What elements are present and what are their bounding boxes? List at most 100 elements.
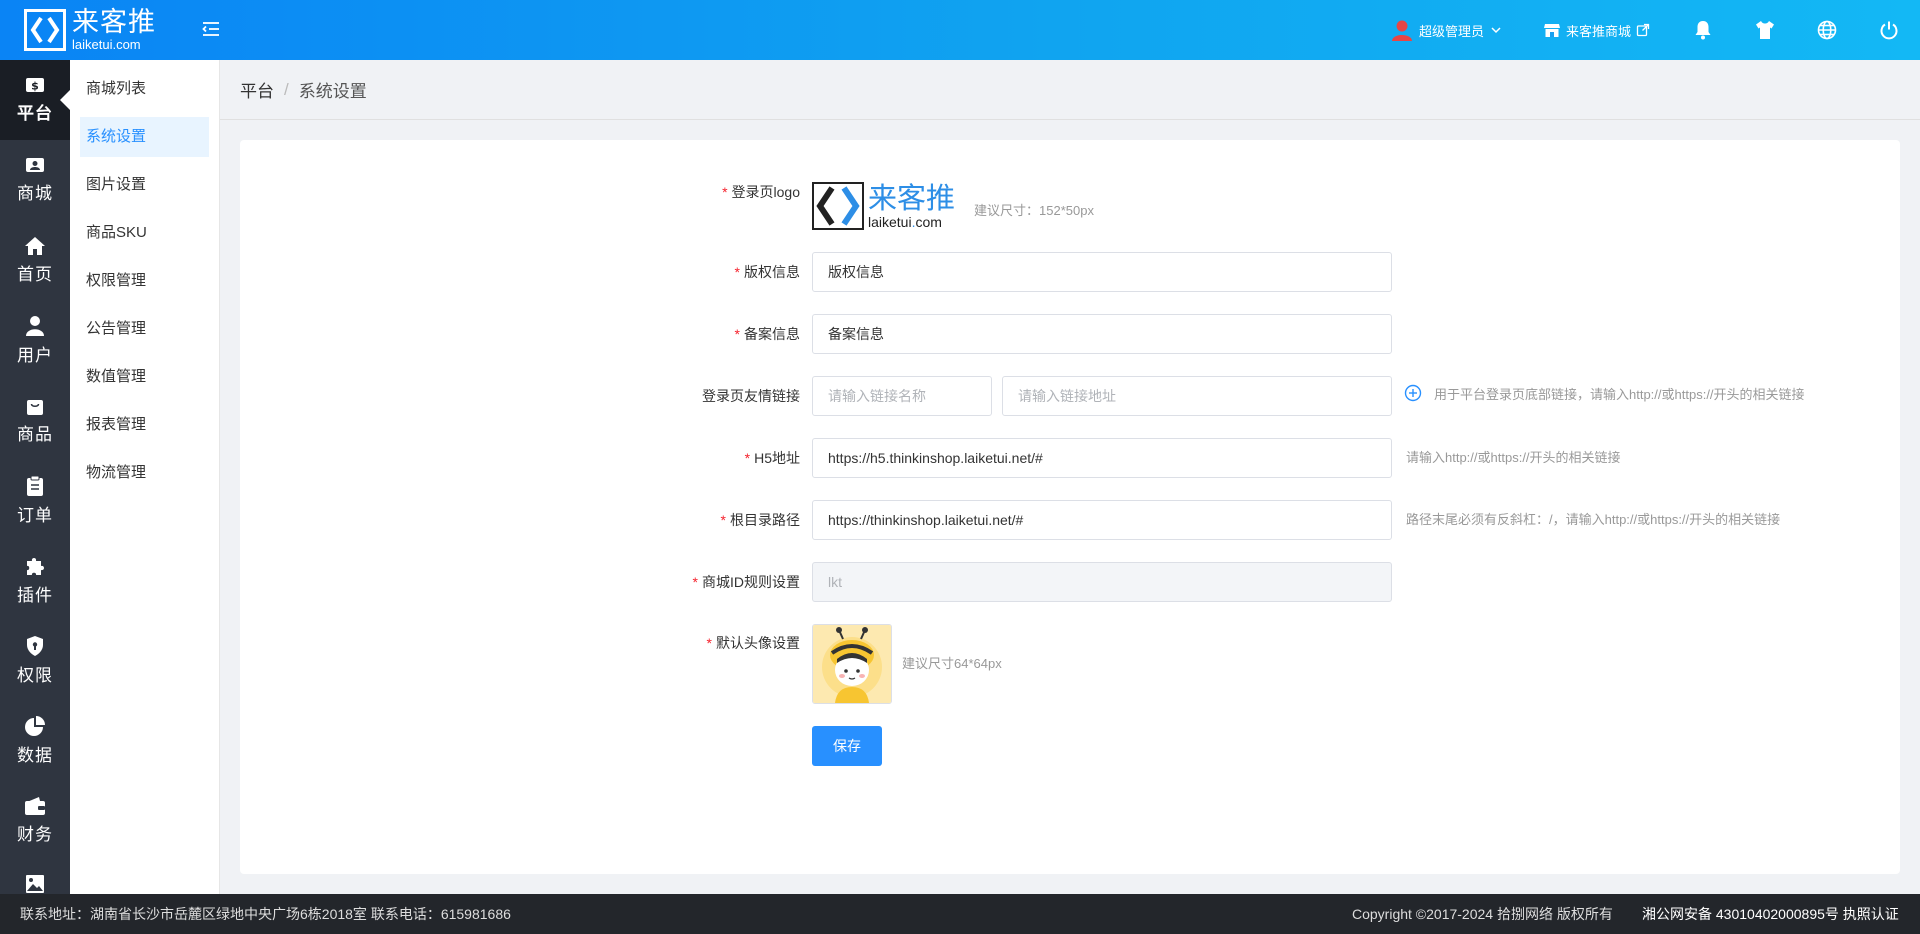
form-label: * 默认头像设置: [706, 635, 800, 651]
footer-beian-link[interactable]: 湘公网安备 43010402000895号 执照认证: [1642, 904, 1899, 924]
sidebar-item-label: 插件: [17, 585, 53, 605]
form-row-actions: 保存: [240, 726, 1900, 766]
form-row-avatar: * 默认头像设置 建议尺寸64*64px: [240, 624, 1900, 704]
page-footer: 联系地址：湖南省长沙市岳麓区绿地中央广场6栋2018室 联系电话：6159816…: [0, 894, 1920, 934]
h5-url-input[interactable]: [812, 438, 1392, 478]
clipboard-icon: [27, 475, 43, 496]
sidebar-item-label: 权限: [17, 665, 53, 685]
sidebar-item-products[interactable]: 商品: [0, 380, 70, 460]
submenu-item-mall-list[interactable]: 商城列表: [80, 69, 209, 109]
sidebar-item-plugins[interactable]: 插件: [0, 540, 70, 620]
submenu-item-product-sku[interactable]: 商品SKU: [80, 213, 209, 253]
sidebar-item-orders[interactable]: 订单: [0, 460, 70, 540]
form-row-store-id: * 商城ID规则设置: [240, 562, 1900, 602]
shield-icon: [27, 635, 43, 656]
logo-preview[interactable]: 来客推 laiketui.com: [812, 180, 964, 232]
sidebar-item-home[interactable]: 首页: [0, 220, 70, 300]
copyright-input[interactable]: [812, 252, 1392, 292]
form-row-logo: * 登录页logo 来客推 laiketui.com 建议尺寸：152*50px: [240, 180, 1900, 232]
menu-collapse-icon[interactable]: [200, 18, 222, 40]
submenu-item-report-management[interactable]: 报表管理: [80, 405, 209, 445]
theme-button[interactable]: [1734, 0, 1796, 60]
user-menu[interactable]: 超级管理员: [1391, 19, 1503, 41]
form-label: * H5地址: [744, 450, 800, 466]
sidebar-item-finance[interactable]: 财务: [0, 780, 70, 860]
sidebar-item-platform[interactable]: $ 平台: [0, 60, 70, 140]
icp-input[interactable]: [812, 314, 1392, 354]
main-sidebar: $ 平台 商城 首页 用户 商品 订单 插件 权限 数据 财务: [0, 60, 70, 894]
sidebar-item-label: 订单: [17, 505, 53, 525]
h5-hint: 请输入http://或https://开头的相关链接: [1406, 450, 1621, 465]
footer-address: 联系地址：湖南省长沙市岳麓区绿地中央广场6栋2018室 联系电话：6159816…: [20, 906, 511, 922]
sidebar-item-users[interactable]: 用户: [0, 300, 70, 380]
sidebar-item-label: 数据: [17, 745, 53, 765]
form-label: * 商城ID规则设置: [692, 574, 800, 590]
dollar-card-icon: $: [26, 77, 44, 92]
svg-text:$: $: [31, 79, 39, 92]
sidebar-item-label: 平台: [17, 103, 53, 123]
link-name-input[interactable]: [812, 376, 992, 416]
submenu-item-system-settings[interactable]: 系统设置: [80, 117, 209, 157]
brand-logo[interactable]: 来客推 laiketui.com: [24, 9, 156, 51]
sidebar-item-label: 用户: [17, 345, 53, 365]
sidebar-item-images[interactable]: [0, 860, 70, 894]
breadcrumb-root[interactable]: 平台: [240, 77, 274, 102]
logo-size-hint: 建议尺寸：152*50px: [974, 203, 1094, 218]
logo-mark-icon: [24, 9, 66, 51]
sub-menu: 商城列表 系统设置 图片设置 商品SKU 权限管理 公告管理 数值管理 报表管理…: [70, 60, 220, 894]
breadcrumb: 平台 / 系统设置: [220, 60, 1920, 120]
sidebar-item-mall[interactable]: 商城: [0, 140, 70, 220]
form-label: * 根目录路径: [720, 512, 800, 528]
store-card-icon: [26, 157, 44, 172]
store-id-input: [812, 562, 1392, 602]
submenu-item-value-management[interactable]: 数值管理: [80, 357, 209, 397]
notification-button[interactable]: [1672, 0, 1734, 60]
logo-preview-sub-tail: com: [915, 213, 942, 230]
add-circle-icon[interactable]: [1404, 384, 1422, 402]
sidebar-item-label: 商品: [17, 424, 53, 444]
form-row-copyright: * 版权信息: [240, 252, 1900, 292]
store-name: 来客推商城: [1565, 23, 1631, 39]
submenu-item-logistics-management[interactable]: 物流管理: [80, 453, 209, 493]
avatar-size-hint: 建议尺寸64*64px: [902, 656, 1002, 671]
image-icon: [26, 875, 44, 893]
form-row-h5: *H5地址 请输入http://或https://开头的相关链接: [240, 438, 1900, 478]
logout-button[interactable]: [1858, 0, 1920, 60]
store-link[interactable]: 来客推商城: [1543, 21, 1650, 40]
external-link-icon: [1636, 23, 1650, 37]
logo-title: 来客推: [72, 7, 156, 38]
sidebar-item-label: 财务: [17, 824, 53, 844]
form-row-friend-link: 登录页友情链接 用于平台登录页底部链接，请输入http://或https://开…: [240, 376, 1900, 416]
bell-icon: [1695, 21, 1711, 40]
avatar-upload[interactable]: [812, 624, 892, 704]
save-button[interactable]: 保存: [812, 726, 882, 766]
logo-preview-title: 来客推: [868, 180, 956, 215]
form-label: * 登录页logo: [722, 184, 800, 200]
root-path-input[interactable]: [812, 500, 1392, 540]
language-button[interactable]: [1796, 0, 1858, 60]
user-icon: [26, 315, 44, 336]
form-label: 登录页友情链接: [702, 388, 800, 404]
bag-icon: [27, 399, 43, 415]
form-label: * 备案信息: [734, 326, 800, 342]
store-icon: [1543, 24, 1560, 37]
form-row-root-path: *根目录路径 路径末尾必须有反斜杠：/，请输入http://或https://开…: [240, 500, 1900, 540]
tshirt-icon: [1756, 21, 1774, 39]
pie-chart-icon: [25, 715, 45, 736]
breadcrumb-separator: /: [284, 79, 289, 99]
user-avatar-icon: [1391, 20, 1412, 41]
sidebar-item-permissions[interactable]: 权限: [0, 620, 70, 700]
submenu-item-permission-management[interactable]: 权限管理: [80, 261, 209, 301]
link-url-input[interactable]: [1002, 376, 1392, 416]
submenu-item-image-settings[interactable]: 图片设置: [80, 165, 209, 205]
submenu-item-notice-management[interactable]: 公告管理: [80, 309, 209, 349]
sidebar-item-label: 商城: [17, 183, 53, 203]
logo-subtitle: laiketui.com: [72, 37, 141, 52]
sidebar-item-data[interactable]: 数据: [0, 700, 70, 780]
logo-chevrons-icon: [812, 182, 864, 230]
form-row-icp: * 备案信息: [240, 314, 1900, 354]
root-path-hint: 路径末尾必须有反斜杠：/，请输入http://或https://开头的相关链接: [1406, 512, 1781, 527]
sidebar-item-label: 首页: [17, 264, 53, 284]
logo-preview-sub: laiketui: [868, 213, 912, 230]
form-label: * 版权信息: [734, 264, 800, 280]
